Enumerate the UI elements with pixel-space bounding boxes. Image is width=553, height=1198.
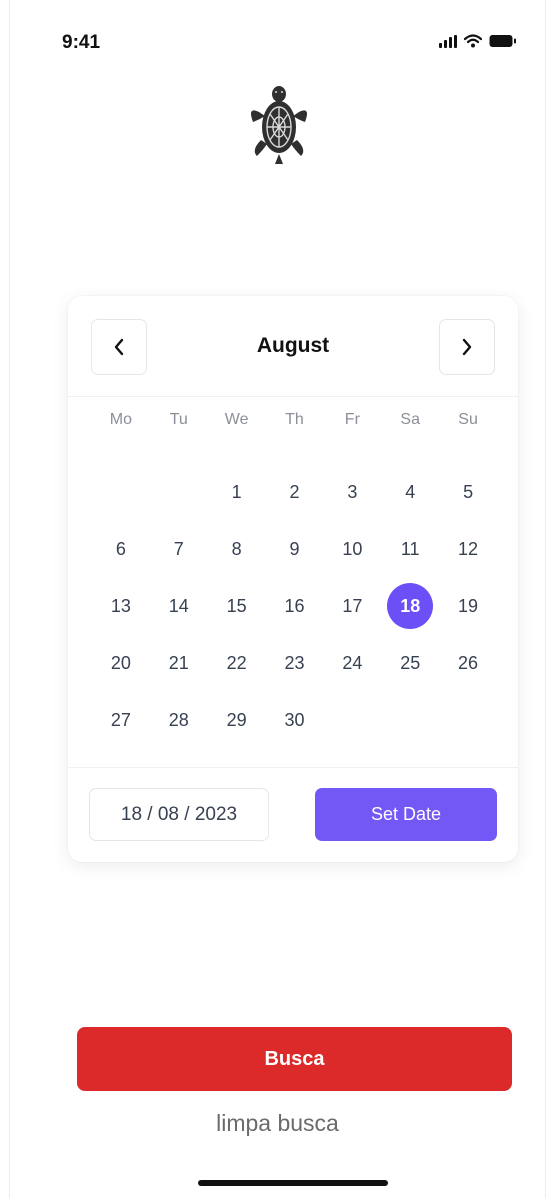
day-number: 8 — [231, 538, 242, 559]
day-number: 3 — [347, 481, 358, 502]
weekday-row: Mo Tu We Th Fr Sa Su — [92, 411, 497, 429]
day-cell[interactable]: 24 — [323, 641, 381, 685]
day-cell[interactable]: 11 — [381, 527, 439, 571]
day-number: 5 — [463, 481, 474, 502]
phone-screen: 9:41 August Mo Tu We Th Fr Sa Su 1 2 3 4… — [9, 0, 546, 1198]
battery-icon — [489, 34, 517, 48]
status-time: 9:41 — [62, 32, 101, 53]
day-number: 22 — [226, 652, 247, 673]
weekday-label: Tu — [169, 411, 188, 428]
day-number: 27 — [110, 709, 131, 730]
signal-icon — [439, 34, 457, 48]
day-number: 16 — [284, 595, 305, 616]
clear-search-link[interactable]: limpa busca — [10, 1110, 545, 1137]
day-cell[interactable]: 6 — [92, 527, 150, 571]
day-number: 10 — [342, 538, 363, 559]
day-cell[interactable]: 29 — [208, 698, 266, 742]
day-number: 2 — [289, 481, 300, 502]
empty-day-cell — [92, 470, 150, 527]
status-bar: 9:41 — [10, 0, 545, 90]
day-cell[interactable]: 26 — [439, 641, 497, 685]
day-cell[interactable]: 3 — [323, 470, 381, 514]
day-cell[interactable]: 4 — [381, 470, 439, 514]
day-cell[interactable]: 27 — [92, 698, 150, 742]
search-button[interactable]: Busca — [77, 1027, 512, 1091]
day-number: 26 — [458, 652, 479, 673]
day-cell[interactable]: 23 — [266, 641, 324, 685]
weekday-label: Su — [458, 411, 478, 428]
day-number: 24 — [342, 652, 363, 673]
day-number: 9 — [289, 538, 300, 559]
day-number: 13 — [110, 595, 131, 616]
status-icons — [439, 34, 517, 48]
day-cell[interactable]: 14 — [150, 584, 208, 628]
day-cell[interactable]: 5 — [439, 470, 497, 514]
day-number: 23 — [284, 652, 305, 673]
day-number: 7 — [173, 538, 184, 559]
day-cell[interactable]: 28 — [150, 698, 208, 742]
day-cell[interactable]: 12 — [439, 527, 497, 571]
day-number: 6 — [115, 538, 126, 559]
weekday-label: Sa — [400, 411, 420, 428]
day-number: 15 — [226, 595, 247, 616]
calendar-card: August Mo Tu We Th Fr Sa Su 1 2 3 4 5 6 7 8 9 10 11 12 13 1… — [68, 296, 518, 862]
turtle-logo — [249, 84, 309, 166]
day-number: 28 — [168, 709, 189, 730]
weekday-label: Th — [285, 411, 304, 428]
day-number: 19 — [458, 595, 479, 616]
day-number: 21 — [168, 652, 189, 673]
day-number: 14 — [168, 595, 189, 616]
day-cell[interactable]: 7 — [150, 527, 208, 571]
day-cell[interactable]: 15 — [208, 584, 266, 628]
day-cell[interactable]: 19 — [439, 584, 497, 628]
day-number: 30 — [284, 709, 305, 730]
weekday-label: Fr — [344, 411, 360, 428]
date-field[interactable] — [89, 788, 269, 841]
day-number: 12 — [458, 538, 479, 559]
calendar-footer: Set Date — [68, 767, 518, 862]
day-cell[interactable]: 30 — [266, 698, 324, 742]
day-grid: 1 2 3 4 5 6 7 8 9 10 11 12 13 14 15 16 17 18 19 20 21 22 23 24 2… — [92, 470, 497, 755]
day-cell[interactable]: 17 — [323, 584, 381, 628]
day-cell[interactable]: 25 — [381, 641, 439, 685]
calendar-header: August — [68, 296, 518, 397]
next-month-button[interactable] — [439, 319, 495, 375]
day-cell[interactable]: 22 — [208, 641, 266, 685]
home-indicator — [198, 1180, 388, 1186]
empty-day-cell — [150, 470, 208, 527]
day-cell[interactable]: 8 — [208, 527, 266, 571]
wifi-icon — [464, 34, 482, 48]
day-number: 20 — [110, 652, 131, 673]
day-number: 4 — [405, 481, 416, 502]
day-number: 25 — [400, 652, 421, 673]
day-cell[interactable]: 16 — [266, 584, 324, 628]
day-number: 17 — [342, 595, 363, 616]
chevron-right-icon — [462, 338, 472, 356]
day-number: 29 — [226, 709, 247, 730]
weekday-label: We — [224, 411, 249, 428]
day-cell[interactable]: 20 — [92, 641, 150, 685]
day-number: 18 — [387, 583, 434, 629]
day-number: 1 — [231, 481, 242, 502]
weekday-label: Mo — [109, 411, 133, 428]
day-cell[interactable]: 21 — [150, 641, 208, 685]
day-cell-selected[interactable]: 18 — [381, 583, 439, 629]
day-cell[interactable]: 9 — [266, 527, 324, 571]
day-cell[interactable]: 1 — [208, 470, 266, 514]
day-cell[interactable]: 2 — [266, 470, 324, 514]
day-cell[interactable]: 13 — [92, 584, 150, 628]
day-cell[interactable]: 10 — [323, 527, 381, 571]
day-number: 11 — [400, 538, 420, 559]
set-date-button[interactable]: Set Date — [315, 788, 497, 841]
